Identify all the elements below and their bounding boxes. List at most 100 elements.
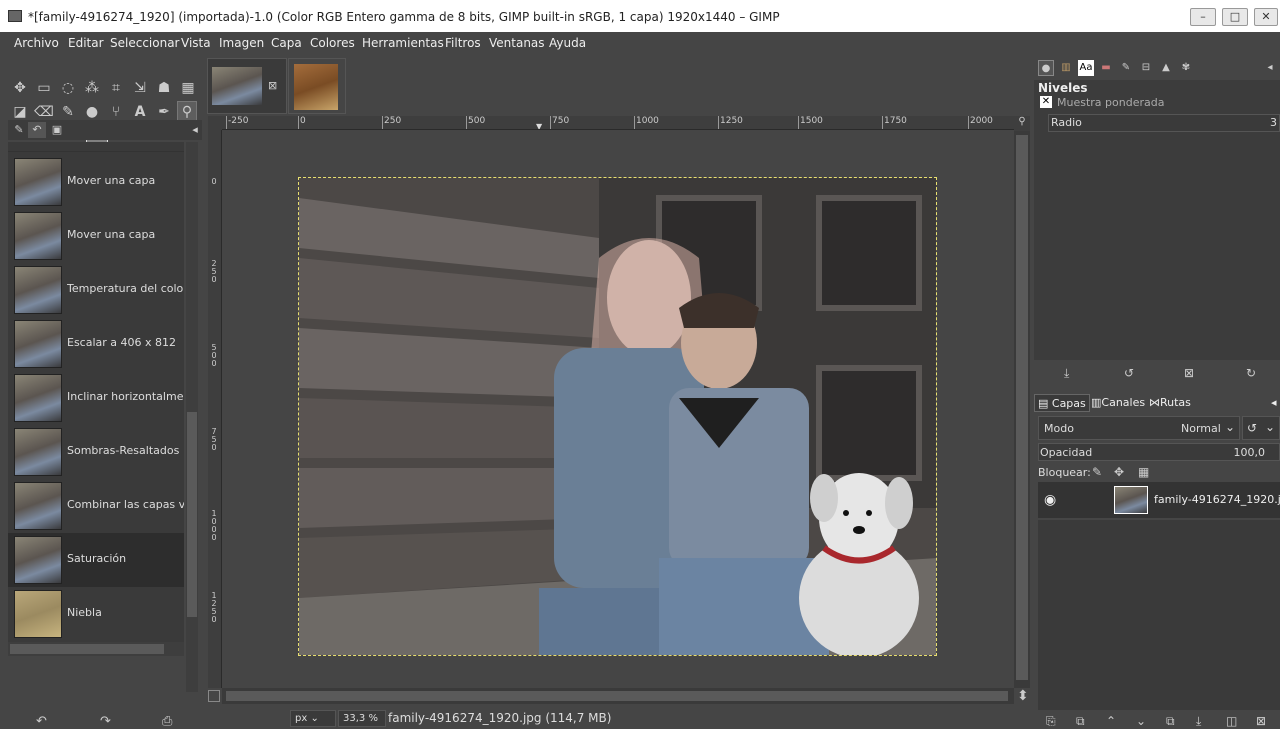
menu-vista[interactable]: Vista	[181, 36, 211, 50]
image-canvas[interactable]	[298, 177, 937, 656]
horizontal-ruler: -250 0 250 500 750 1000 1250 1500 1750 2…	[222, 116, 1014, 130]
menu-ayuda[interactable]: Ayuda	[549, 36, 586, 50]
crop-tool-icon[interactable]: ⌗	[106, 78, 126, 98]
canvas-vertical-scrollbar[interactable]	[1014, 131, 1030, 688]
history-item-label: Inclinar horizontalmente	[67, 390, 184, 403]
tab-rutas[interactable]: ⋈Rutas	[1146, 394, 1194, 412]
menu-ventanas[interactable]: Ventanas	[489, 36, 545, 50]
rect-select-icon[interactable]: ▭	[34, 78, 54, 98]
radius-slider[interactable]: Radio 3	[1048, 114, 1280, 132]
visibility-eye-icon[interactable]: ◉	[1044, 492, 1056, 508]
opacity-slider[interactable]: Opacidad 100,0	[1038, 443, 1280, 461]
menu-imagen[interactable]: Imagen	[219, 36, 264, 50]
undo-history-tab-icon[interactable]: ↶	[28, 122, 46, 138]
tab-capas[interactable]: ▤ Capas	[1034, 394, 1090, 412]
history-item[interactable]: Mover una capa	[8, 209, 184, 263]
paint-dynamics-icon[interactable]: ✎	[1118, 60, 1134, 76]
dock-menu-icon[interactable]: ◂	[1268, 394, 1280, 412]
lasso-select-icon[interactable]: ◌	[58, 78, 78, 98]
histogram-tab-icon[interactable]: ▲	[1158, 60, 1174, 76]
images-tab-icon[interactable]: ▣	[48, 122, 66, 138]
lock-pixels-icon[interactable]: ✎	[1092, 465, 1102, 479]
ruler-corner[interactable]	[208, 116, 222, 130]
transform-tool-icon[interactable]: ⇲	[130, 78, 150, 98]
history-item-label: Mover una capa	[67, 228, 156, 241]
image-tab-dog[interactable]	[288, 58, 346, 114]
save-preset-icon[interactable]: ⤓	[1064, 366, 1069, 381]
perspective-tool-icon[interactable]: ◪	[10, 102, 30, 122]
navigate-icon[interactable]: ⬍	[1017, 688, 1029, 704]
dock-menu-icon[interactable]: ◂	[186, 122, 204, 138]
menu-herramientas[interactable]: Herramientas	[362, 36, 444, 50]
tool-presets-icon[interactable]: ⊟	[1138, 60, 1154, 76]
lock-position-icon[interactable]: ✥	[1114, 465, 1124, 479]
tool-options-panel: Niveles ✕ Muestra ponderada Radio 3 ⤓ ↺ …	[1034, 80, 1280, 380]
lower-layer-icon[interactable]: ⌄	[1136, 714, 1146, 728]
text-tool-icon[interactable]: A	[130, 102, 150, 122]
brushes-tab-icon[interactable]: ●	[1038, 60, 1054, 76]
restore-preset-icon[interactable]: ↺	[1124, 366, 1134, 380]
right-dock: ● ▥ Aa ▬ ✎ ⊟ ▲ ✾ ◂ Niveles ✕ Muestra pon…	[1034, 54, 1280, 728]
tab-canales[interactable]: ▥Canales	[1088, 394, 1148, 412]
bucket-fill-icon[interactable]: ▦	[178, 78, 198, 98]
layer-mask-icon[interactable]: ◫	[1226, 714, 1237, 728]
color-picker-icon[interactable]: ✒	[154, 102, 174, 122]
layer-name[interactable]: family-4916274_1920.jpg	[1154, 493, 1280, 506]
tool-options-tab-icon[interactable]: ✎	[10, 122, 28, 138]
history-thumbnail	[14, 320, 62, 368]
history-dock-tabs: ✎ ↶ ▣ ◂	[8, 120, 202, 140]
warp-tool-icon[interactable]: ☗	[154, 78, 174, 98]
lock-alpha-icon[interactable]: ▦	[1138, 465, 1149, 479]
canvas-horizontal-scrollbar[interactable]	[222, 688, 1014, 704]
zoom-tool-icon[interactable]: ⚲	[177, 101, 197, 121]
delete-layer-icon[interactable]: ⊠	[1256, 714, 1266, 728]
raise-layer-icon[interactable]: ⌃	[1106, 714, 1116, 728]
eraser-tool-icon[interactable]: ⌫	[34, 102, 54, 122]
composite-mode-button[interactable]: ↺ ⌄	[1242, 416, 1280, 440]
zoom-select[interactable]: 33,3 %	[338, 710, 386, 727]
history-item[interactable]: Combinar las capas visibles	[8, 479, 184, 533]
reset-options-icon[interactable]: ↻	[1246, 366, 1256, 380]
palettes-tab-icon[interactable]: ✾	[1178, 60, 1194, 76]
maximize-button[interactable]: □	[1222, 8, 1248, 26]
history-horizontal-scrollbar[interactable]	[8, 642, 184, 656]
layers-list-empty-area[interactable]	[1038, 520, 1280, 710]
history-item[interactable]: Escalar a 406 x 812	[8, 317, 184, 371]
history-item-partial[interactable]	[8, 142, 184, 152]
menu-archivo[interactable]: Archivo	[14, 36, 59, 50]
menu-editar[interactable]: Editar	[68, 36, 104, 50]
history-item[interactable]: Inclinar horizontalmente	[8, 371, 184, 425]
history-item[interactable]: Mover una capa	[8, 155, 184, 209]
airbrush-tool-icon[interactable]: ✎	[58, 102, 78, 122]
quick-mask-toggle[interactable]	[208, 690, 220, 702]
history-item[interactable]: Sombras-Resaltados	[8, 425, 184, 479]
menu-seleccionar[interactable]: Seleccionar	[110, 36, 179, 50]
menu-colores[interactable]: Colores	[310, 36, 355, 50]
zoom-fit-icon[interactable]: ⚲	[1014, 116, 1030, 131]
history-item-selected[interactable]: Saturación	[8, 533, 184, 587]
history-item[interactable]: Niebla	[8, 587, 184, 641]
patterns-tab-icon[interactable]: ▥	[1058, 60, 1074, 76]
menu-capa[interactable]: Capa	[271, 36, 302, 50]
image-tab-family[interactable]: ⊠	[207, 58, 287, 114]
ruler-label: 750	[552, 116, 570, 126]
gradients-tab-icon[interactable]: ▬	[1098, 60, 1114, 76]
sample-average-checkbox[interactable]: ✕	[1040, 96, 1052, 108]
delete-preset-icon[interactable]: ⊠	[1184, 366, 1194, 380]
close-button[interactable]: ✕	[1254, 8, 1278, 26]
fuzzy-select-icon[interactable]: ⁂	[82, 78, 102, 98]
mode-select[interactable]: Modo Normal ⌄	[1038, 416, 1240, 440]
family-photo	[299, 178, 936, 655]
menu-filtros[interactable]: Filtros	[445, 36, 481, 50]
tab-close-icon[interactable]: ⊠	[268, 79, 277, 92]
layer-row[interactable]: ◉ family-4916274_1920.jpg	[1038, 482, 1280, 518]
fonts-tab-icon[interactable]: Aa	[1078, 60, 1094, 76]
history-item[interactable]: Temperatura del color	[8, 263, 184, 317]
dock-menu-icon[interactable]: ◂	[1262, 60, 1278, 76]
history-vertical-scrollbar[interactable]	[186, 142, 198, 692]
move-tool-icon[interactable]: ✥	[10, 78, 30, 98]
minimize-button[interactable]: –	[1190, 8, 1216, 26]
smudge-tool-icon[interactable]: ●	[82, 102, 102, 122]
unit-select[interactable]: px ⌄	[290, 710, 336, 727]
paths-tool-icon[interactable]: ⑂	[106, 102, 126, 122]
